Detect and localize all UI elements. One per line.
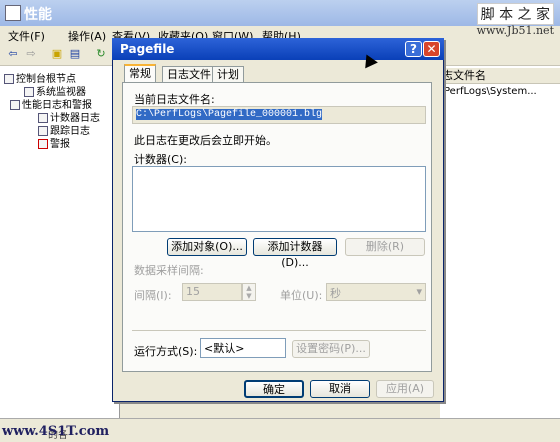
tab-schedule[interactable]: 计划 — [212, 66, 244, 83]
units-select[interactable]: 秒 ▾ — [326, 283, 426, 301]
current-log-label: 当前日志文件名: — [134, 93, 215, 106]
refresh-icon[interactable]: ↻ — [94, 47, 108, 61]
performance-app-icon — [5, 5, 21, 21]
add-objects-button[interactable]: 添加对象(O)... — [167, 238, 247, 256]
divider — [132, 330, 426, 331]
list-item[interactable]: PerfLogs\System... — [444, 86, 537, 97]
tab-general[interactable]: 常规 — [124, 64, 156, 83]
counters-list[interactable] — [132, 166, 426, 232]
logs-icon — [10, 100, 20, 110]
watermark-bottom: www.4S1T.com — [2, 424, 110, 439]
log-starts-note: 此日志在更改后会立即开始。 — [134, 134, 277, 147]
show-tree-icon[interactable]: ▤ — [68, 47, 82, 61]
tree-item-alerts[interactable]: 警报 — [38, 135, 70, 150]
chevron-down-icon: ▾ — [416, 285, 422, 298]
remove-button[interactable]: 删除(R) — [345, 238, 425, 256]
units-label: 单位(U): — [280, 289, 323, 302]
back-arrow-icon[interactable]: ⇦ — [6, 47, 20, 61]
tree-label: 警报 — [50, 139, 70, 150]
run-as-label: 运行方式(S): — [134, 345, 198, 358]
cancel-button[interactable]: 取消 — [310, 380, 370, 398]
counters-label: 计数器(C): — [134, 153, 187, 166]
forward-arrow-icon[interactable]: ⇨ — [24, 47, 38, 61]
watermark-top: 脚 本 之 家 — [476, 3, 554, 25]
details-pane — [440, 66, 560, 418]
folder-icon — [4, 74, 14, 84]
interval-field[interactable]: 15 — [182, 283, 242, 301]
dialog-title: Pagefile — [120, 42, 175, 56]
menu-file[interactable]: 文件(F) — [8, 28, 45, 44]
current-log-file-value: C:\PerfLogs\Pagefile_000001.blg — [136, 109, 323, 120]
column-header-log-file-name[interactable]: 志文件名 — [440, 68, 560, 84]
run-as-field[interactable]: <默认> — [200, 338, 286, 358]
watermark-url: www.Jb51.net — [476, 24, 554, 37]
sample-interval-label: 数据采样间隔: — [134, 264, 204, 277]
close-icon[interactable]: ✕ — [423, 41, 440, 57]
menu-action[interactable]: 操作(A) — [68, 28, 106, 44]
help-icon[interactable]: ? — [405, 41, 422, 57]
alert-icon — [38, 139, 48, 149]
add-counters-button[interactable]: 添加计数器(D)... — [253, 238, 337, 269]
interval-label: 间隔(I): — [134, 289, 172, 302]
interval-spinner-icon[interactable]: ▲ ▼ — [242, 283, 256, 301]
current-log-file-field[interactable]: C:\PerfLogs\Pagefile_000001.blg — [132, 106, 426, 124]
up-folder-icon[interactable]: ▣ — [50, 47, 64, 61]
ok-button[interactable]: 确定 — [244, 380, 304, 398]
set-password-button[interactable]: 设置密码(P)... — [292, 340, 370, 358]
tab-log-files[interactable]: 日志文件 — [162, 66, 216, 83]
main-window-title: 性能 — [24, 7, 52, 23]
units-select-value: 秒 — [330, 287, 341, 300]
apply-button[interactable]: 应用(A) — [376, 380, 434, 398]
